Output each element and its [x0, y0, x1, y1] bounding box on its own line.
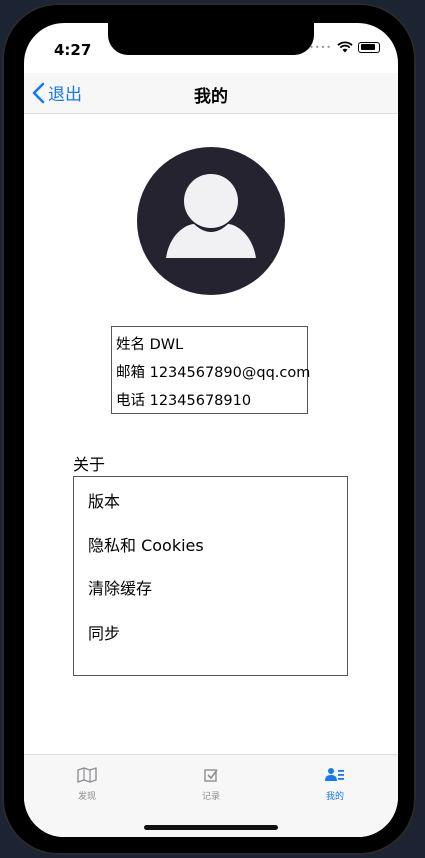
signal-icon: ••••: [309, 42, 332, 52]
about-item-sync[interactable]: 同步: [88, 620, 120, 644]
screen: 4:27 •••• 退出 我的 姓名 DWL 邮箱 1234567890@qq.…: [24, 23, 398, 837]
map-icon: [77, 767, 97, 783]
profile-email: 邮箱 1234567890@qq.com: [116, 365, 311, 381]
tab-discover[interactable]: 发现: [47, 767, 127, 802]
about-item-version[interactable]: 版本: [88, 488, 120, 512]
wifi-icon: [337, 41, 353, 53]
status-time: 4:27: [54, 41, 92, 59]
profile-info-box: 姓名 DWL 邮箱 1234567890@qq.com 电话 123456789…: [111, 326, 311, 414]
user-list-icon: [325, 768, 344, 781]
tab-mine[interactable]: 我的: [295, 767, 375, 802]
home-indicator[interactable]: [144, 825, 278, 830]
tab-records[interactable]: 记录: [171, 767, 251, 802]
about-item-clear-cache[interactable]: 清除缓存: [88, 575, 152, 599]
avatar: [137, 147, 285, 295]
tab-records-label: 记录: [201, 792, 220, 802]
tab-mine-label: 我的: [325, 792, 344, 802]
tab-discover-label: 发现: [77, 792, 96, 802]
notch: [108, 23, 314, 55]
navigation-bar: 退出 我的: [24, 73, 398, 114]
about-item-privacy-cookies[interactable]: 隐私和 Cookies: [88, 532, 204, 556]
about-label: 关于: [73, 455, 106, 474]
about-list: 版本 隐私和 Cookies 清除缓存 同步: [73, 476, 348, 676]
page-title: 我的: [194, 87, 228, 107]
battery-icon: [358, 41, 380, 53]
phone-frame: 4:27 •••• 退出 我的 姓名 DWL 邮箱 1234567890@qq.…: [2, 3, 416, 855]
status-icons: ••••: [309, 41, 380, 53]
profile-phone: 电话 12345678910: [116, 393, 252, 409]
checkbox-icon: [204, 769, 218, 782]
profile-name: 姓名 DWL: [116, 337, 184, 353]
